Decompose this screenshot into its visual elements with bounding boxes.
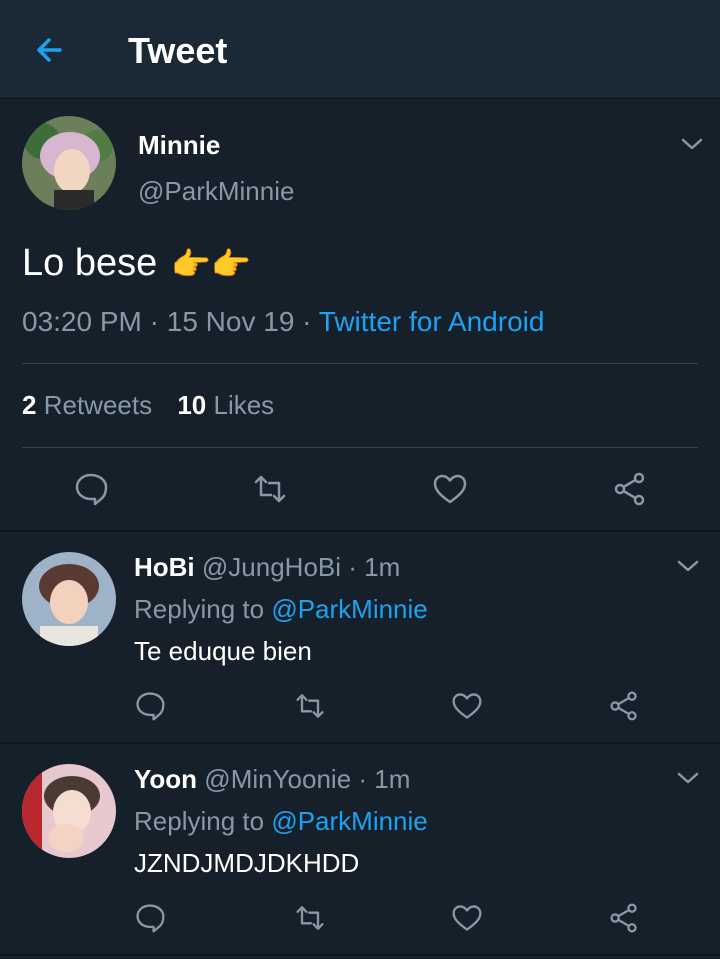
avatar[interactable] — [22, 764, 116, 858]
chevron-down-icon[interactable] — [678, 134, 706, 154]
likes-count: 10 — [177, 390, 207, 420]
replying-label: Replying to — [134, 806, 265, 836]
reply-author-handle[interactable]: @JungHoBi — [202, 552, 341, 582]
like-icon[interactable] — [432, 471, 468, 507]
avatar[interactable] — [22, 552, 116, 646]
retweets-count: 2 — [22, 390, 37, 420]
divider — [22, 447, 698, 448]
replying-to: Replying to @ParkMinnie — [134, 806, 428, 837]
tweet-meta: 03:20 PM · 15 Nov 19 · Twitter for Andro… — [22, 306, 544, 338]
reply-author-name[interactable]: Yoon — [134, 764, 197, 794]
tweet-text: Lo bese 👉👉 — [22, 242, 251, 285]
reply-icon[interactable] — [134, 902, 166, 934]
like-icon[interactable] — [451, 690, 483, 722]
likes-label: Likes — [213, 390, 275, 420]
retweets-label: Retweets — [43, 390, 153, 420]
author-handle[interactable]: @ParkMinnie — [138, 176, 294, 207]
reply-time: 1m — [374, 764, 411, 794]
share-icon[interactable] — [612, 471, 648, 507]
reply-author-handle[interactable]: @MinYoonie — [204, 764, 351, 794]
reply-time: 1m — [364, 552, 401, 582]
reply-icon[interactable] — [134, 690, 166, 722]
top-bar: Tweet — [0, 0, 720, 99]
back-arrow-icon[interactable] — [30, 30, 70, 70]
reply-header: Yoon @MinYoonie · 1m — [134, 764, 410, 795]
divider — [22, 363, 698, 364]
tweet-text-body: Lo bese — [22, 242, 158, 284]
replying-to: Replying to @ParkMinnie — [134, 594, 428, 625]
replying-to-handle[interactable]: @ParkMinnie — [271, 594, 427, 624]
retweet-icon[interactable] — [294, 902, 326, 934]
replying-to-handle[interactable]: @ParkMinnie — [271, 806, 427, 836]
replying-label: Replying to — [134, 594, 265, 624]
reply-text: Te eduque bien — [134, 636, 312, 666]
like-icon[interactable] — [451, 902, 483, 934]
tweet-source-link[interactable]: Twitter for Android — [319, 306, 545, 337]
reply-header: HoBi @JungHoBi · 1m — [134, 552, 400, 583]
divider — [0, 530, 720, 532]
divider — [0, 742, 720, 744]
tweet-time: 03:20 PM — [22, 306, 142, 337]
separator: · — [358, 764, 375, 794]
likes-stat[interactable]: 10 Likes — [177, 390, 274, 420]
page-title: Tweet — [128, 30, 228, 71]
chevron-down-icon[interactable] — [674, 768, 702, 788]
chevron-down-icon[interactable] — [674, 556, 702, 576]
retweets-stat[interactable]: 2 Retweets — [22, 390, 159, 420]
separator: · — [348, 552, 365, 582]
reply-text: JZNDJMDJDKHDD — [134, 848, 360, 878]
tweet-date: 15 Nov 19 — [166, 306, 295, 337]
avatar[interactable] — [22, 116, 116, 210]
reply-icon[interactable] — [73, 471, 109, 507]
retweet-icon[interactable] — [294, 690, 326, 722]
share-icon[interactable] — [608, 690, 640, 722]
divider — [0, 954, 720, 956]
tweet-stats: 2 Retweets 10 Likes — [22, 390, 274, 421]
retweet-icon[interactable] — [252, 471, 288, 507]
separator: · — [149, 306, 167, 337]
reply-author-name[interactable]: HoBi — [134, 552, 195, 582]
author-name[interactable]: Minnie — [138, 130, 220, 161]
pointing-hands-emoji: 👉👉 — [171, 245, 251, 282]
separator: · — [302, 306, 319, 337]
share-icon[interactable] — [608, 902, 640, 934]
